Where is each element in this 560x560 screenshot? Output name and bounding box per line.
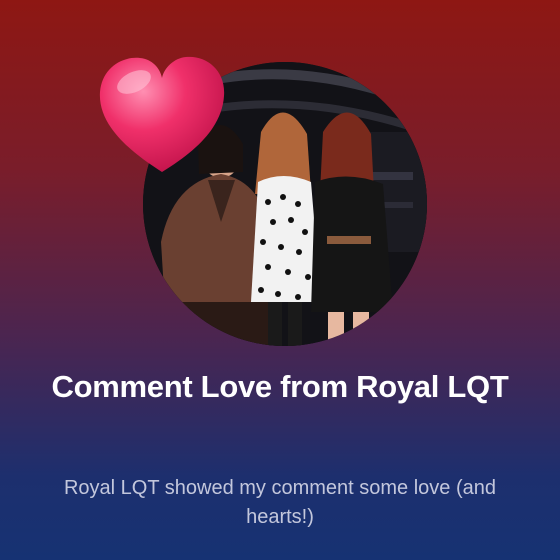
subtitle-text: Royal LQT showed my comment some love (a… bbox=[63, 477, 497, 528]
heart-icon bbox=[94, 52, 230, 178]
comment-love-card: Comment Love from Royal LQT Royal LQT sh… bbox=[0, 0, 560, 560]
page-title: Comment Love from Royal LQT bbox=[51, 369, 509, 404]
